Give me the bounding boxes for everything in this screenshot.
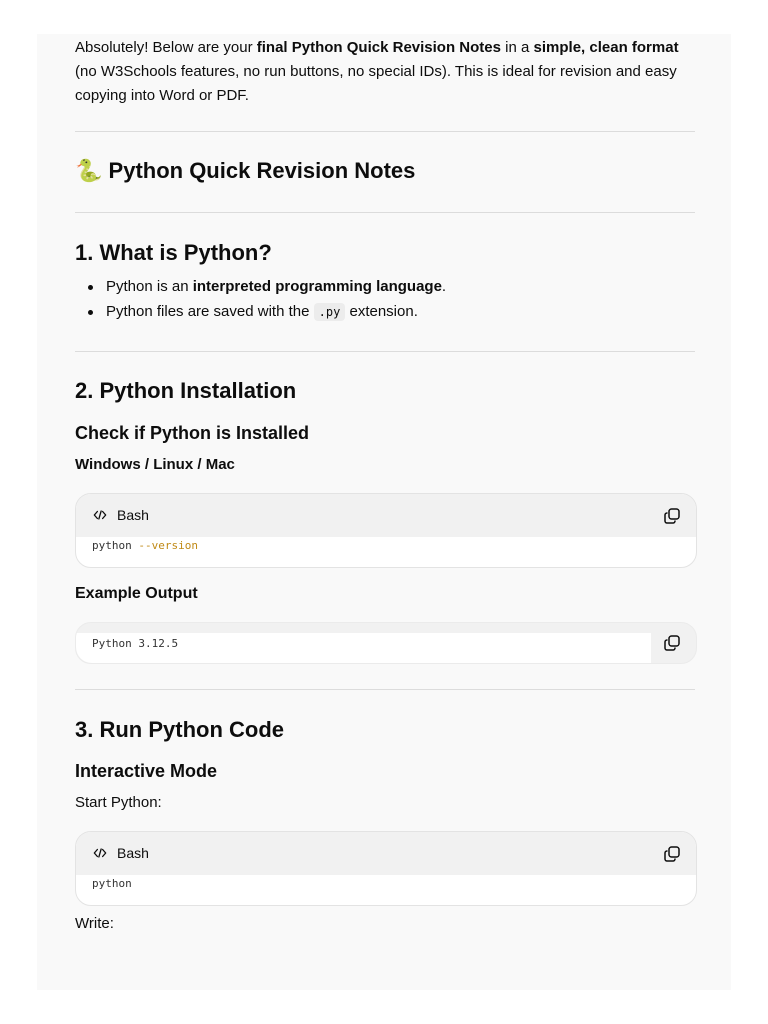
list-item: Python files are saved with the .py exte… bbox=[88, 299, 726, 325]
section-heading-run-code: 3. Run Python Code bbox=[75, 717, 284, 742]
divider bbox=[75, 689, 695, 690]
code-block: Bash python bbox=[75, 831, 697, 906]
copy-icon[interactable] bbox=[663, 634, 681, 652]
divider bbox=[75, 351, 695, 352]
start-python-text: Start Python: bbox=[75, 794, 162, 811]
copy-icon[interactable] bbox=[663, 507, 681, 525]
inline-code: .py bbox=[313, 303, 346, 321]
code-block: Bash python --version bbox=[75, 493, 697, 568]
code-brackets-icon bbox=[93, 848, 107, 858]
intro-paragraph: Absolutely! Below are your final Python … bbox=[75, 39, 679, 104]
document-page: Absolutely! Below are your final Python … bbox=[37, 34, 731, 990]
page-title: 🐍 Python Quick Revision Notes bbox=[75, 158, 416, 183]
divider bbox=[75, 212, 695, 213]
subheading-check-installed: Check if Python is Installed bbox=[75, 423, 310, 443]
subheading-interactive-mode: Interactive Mode bbox=[75, 761, 218, 781]
code-block-header: Bash bbox=[76, 832, 696, 875]
section-heading-what-is-python: 1. What is Python? bbox=[75, 240, 272, 265]
write-text: Write: bbox=[75, 915, 114, 932]
example-output-heading: Example Output bbox=[75, 585, 198, 602]
code-language-label: Bash bbox=[93, 507, 149, 523]
platforms-label: Windows / Linux / Mac bbox=[75, 456, 235, 473]
divider bbox=[75, 131, 695, 132]
section-heading-installation: 2. Python Installation bbox=[75, 378, 297, 403]
code-block-header: Bash bbox=[76, 494, 696, 537]
code-block-body[interactable]: python --version bbox=[76, 537, 696, 567]
output-block-body[interactable]: Python 3.12.5 bbox=[76, 633, 651, 663]
code-brackets-icon bbox=[93, 510, 107, 520]
code-block-body[interactable]: python bbox=[76, 875, 696, 905]
snake-icon: 🐍 bbox=[75, 158, 103, 183]
bullet-list: Python is an interpreted programming lan… bbox=[75, 274, 726, 325]
list-item: Python is an interpreted programming lan… bbox=[88, 274, 726, 299]
output-block: Python 3.12.5 bbox=[75, 622, 697, 664]
code-language-label: Bash bbox=[93, 845, 149, 861]
copy-icon[interactable] bbox=[663, 845, 681, 863]
